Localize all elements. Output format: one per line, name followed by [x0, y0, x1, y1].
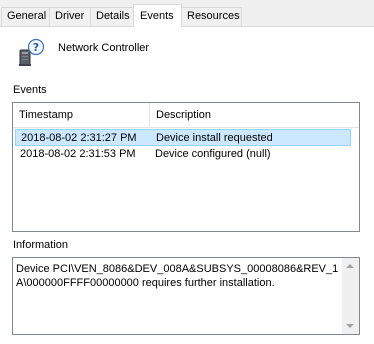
tab-resources[interactable]: Resources — [181, 7, 242, 26]
information-textbox[interactable]: Device PCI\VEN_8086&DEV_008A&SUBSYS_0000… — [12, 257, 360, 335]
scroll-up-arrow-icon[interactable] — [346, 264, 354, 268]
tab-label: Driver — [55, 10, 85, 22]
events-list[interactable]: Timestamp Description 2018-08-02 2:31:27… — [12, 102, 360, 232]
information-scrollbar[interactable] — [342, 258, 359, 334]
event-description: Device configured (null) — [155, 148, 271, 160]
tab-label: Resources — [187, 10, 240, 22]
tab-label: Events — [140, 10, 174, 22]
information-text: Device PCI\VEN_8086&DEV_008A&SUBSYS_0000… — [16, 263, 339, 289]
column-header-description[interactable]: Description — [150, 103, 359, 127]
tab-events[interactable]: Events — [133, 4, 182, 27]
information-label: Information — [13, 239, 69, 251]
tab-label: Details — [96, 10, 130, 22]
tab-details[interactable]: Details — [90, 7, 134, 26]
tab-driver[interactable]: Driver — [49, 7, 91, 26]
tab-strip: General Driver Details Events Resources — [0, 0, 374, 27]
event-description: Device install requested — [156, 132, 273, 144]
event-timestamp: 2018-08-02 2:31:27 PM — [21, 132, 137, 144]
device-name: Network Controller — [58, 42, 150, 54]
events-header: Timestamp Description — [13, 103, 359, 128]
table-row[interactable]: 2018-08-02 2:31:27 PM Device install req… — [15, 129, 351, 146]
table-row[interactable]: 2018-08-02 2:31:53 PM Device configured … — [15, 146, 351, 163]
events-label: Events — [13, 84, 47, 96]
event-timestamp: 2018-08-02 2:31:53 PM — [20, 148, 136, 160]
tab-label: General — [7, 10, 47, 22]
svg-text:?: ? — [33, 41, 39, 54]
column-header-timestamp[interactable]: Timestamp — [13, 103, 150, 127]
tab-general[interactable]: General — [1, 7, 50, 26]
scroll-down-arrow-icon[interactable] — [346, 324, 354, 328]
unknown-device-icon: ? — [19, 38, 45, 66]
